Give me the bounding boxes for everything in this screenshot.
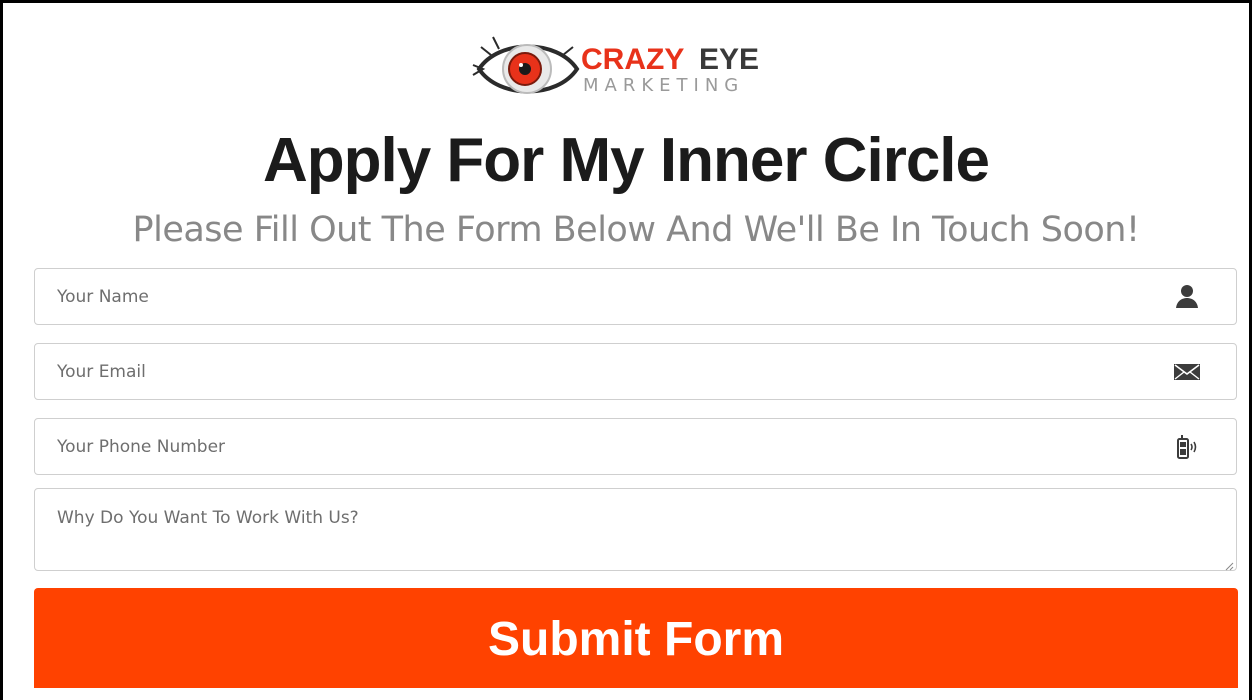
why-work-with-us-textarea[interactable]: Why Do You Want To Work With Us? [34, 488, 1237, 571]
envelope-icon [1172, 357, 1202, 387]
phone-field[interactable]: Your Phone Number [34, 418, 1237, 475]
logo-word-eye: EYE [699, 43, 759, 76]
user-icon [1172, 282, 1202, 312]
resize-handle-icon[interactable] [1224, 558, 1234, 571]
why-placeholder: Why Do You Want To Work With Us? [57, 508, 359, 528]
page-title: Apply For My Inner Circle [262, 126, 990, 195]
phone-placeholder: Your Phone Number [57, 437, 226, 457]
eye-logo-icon: CRAZY EYE MARKETING [472, 36, 759, 96]
logo-word-crazy: CRAZY [581, 43, 684, 76]
email-placeholder: Your Email [57, 362, 146, 382]
page-subtitle: Please Fill Out The Form Below And We'll… [132, 210, 1140, 250]
name-placeholder: Your Name [57, 287, 149, 307]
page-frame: CRAZY EYE MARKETING Apply For My Inner C… [0, 0, 1252, 700]
email-field[interactable]: Your Email [34, 343, 1237, 400]
crazy-eye-marketing-logo: CRAZY EYE MARKETING [469, 25, 809, 105]
mobile-phone-icon [1172, 432, 1202, 462]
submit-button[interactable]: Submit Form [34, 588, 1238, 688]
name-field[interactable]: Your Name [34, 268, 1237, 325]
logo-word-marketing: MARKETING [583, 75, 744, 96]
